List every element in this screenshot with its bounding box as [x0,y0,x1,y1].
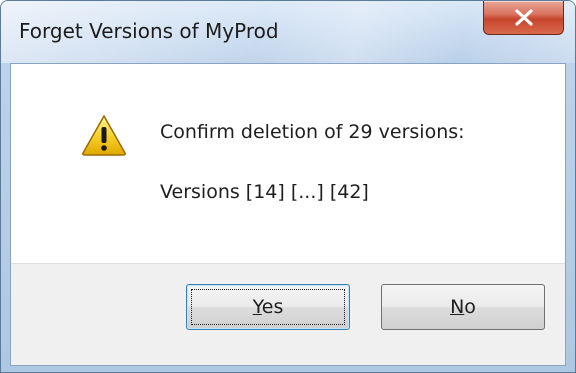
no-button-accelerator: N [450,296,465,318]
versions-text: Versions [14] [...] [42] [160,181,369,203]
focus-ring [191,289,345,325]
yes-button[interactable]: Yes [186,284,350,330]
button-bar: Yes No [11,263,565,365]
close-button[interactable] [483,1,564,35]
title-bar[interactable]: Forget Versions of MyProd [1,1,575,63]
dialog-window: Forget Versions of MyProd Confirm deleti… [0,0,576,373]
message-area: Confirm deletion of 29 versions: Version… [11,64,565,263]
close-icon [515,9,533,26]
message-text: Confirm deletion of 29 versions: [160,121,465,143]
warning-icon [82,115,126,156]
no-button-label: o [464,296,476,318]
dialog-body: Confirm deletion of 29 versions: Version… [10,63,566,366]
no-button[interactable]: No [381,284,545,330]
window-title: Forget Versions of MyProd [19,19,279,43]
